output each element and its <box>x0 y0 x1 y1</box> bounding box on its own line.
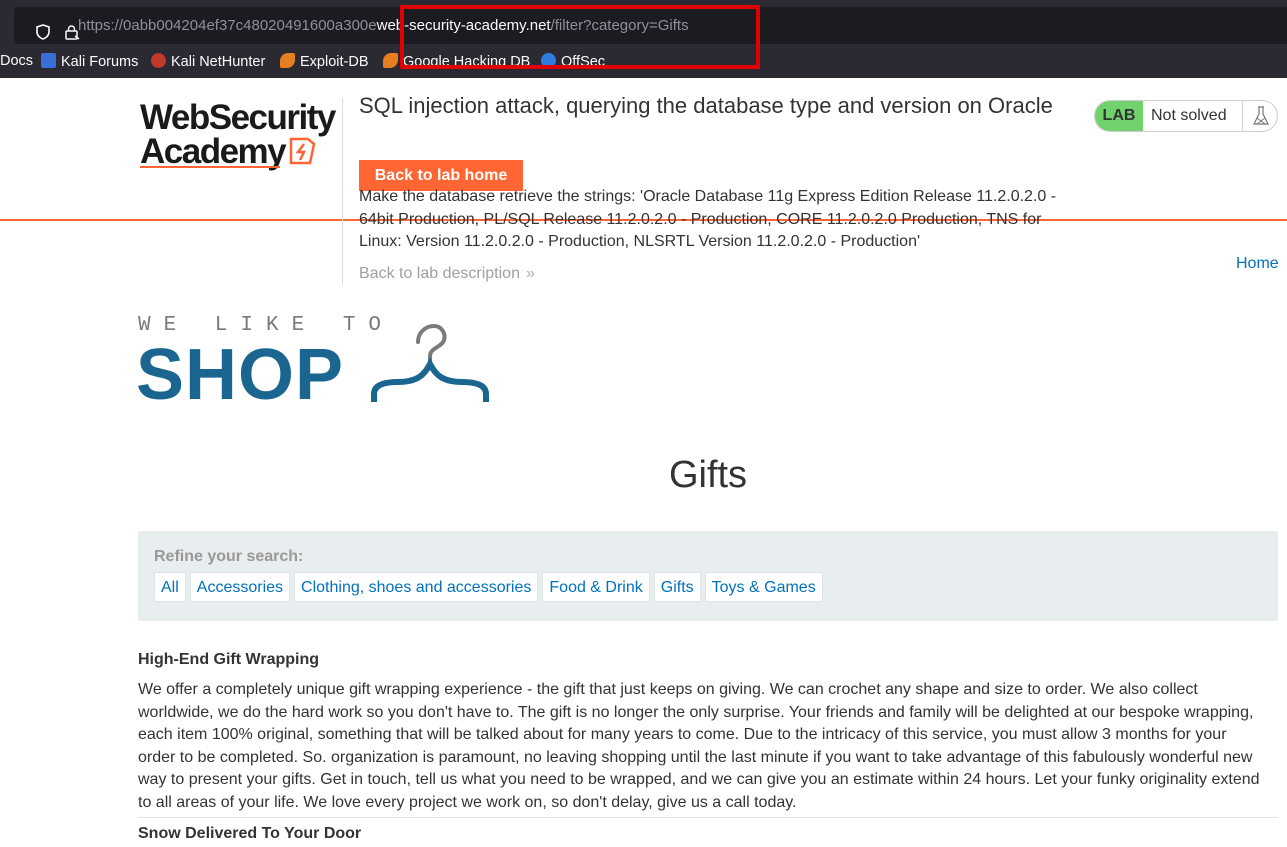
shop-name: SHOP <box>136 335 345 415</box>
bookmark-label: Exploit-DB <box>300 54 369 70</box>
bookmark-label: Docs <box>0 53 34 69</box>
filter-panel: Refine your search: All Accessories Clot… <box>138 531 1278 621</box>
refine-search-label: Refine your search: <box>154 548 304 565</box>
bookmark-docs[interactable]: Docs <box>0 53 33 69</box>
back-description-label: Back to lab description <box>359 265 520 282</box>
filter-accessories[interactable]: Accessories <box>189 572 291 602</box>
web-security-academy-logo[interactable]: WebSecurity Academy <box>140 98 340 171</box>
bookmark-exploit-db[interactable]: Exploit-DB <box>280 53 369 70</box>
filter-gifts[interactable]: Gifts <box>653 572 701 602</box>
back-to-lab-description-link[interactable]: Back to lab description » <box>359 265 535 283</box>
bookmark-label: Kali Forums <box>61 54 139 70</box>
product-item: Snow Delivered To Your Door <box>138 825 1278 843</box>
lab-status-text: Not solved <box>1151 107 1227 124</box>
bookmark-kali-nethunter[interactable]: Kali NetHunter <box>151 53 265 70</box>
kali-nethunter-icon <box>151 53 166 68</box>
lab-status-badge: LAB Not solved <box>1094 100 1278 132</box>
product-divider <box>138 817 1278 818</box>
lab-description: Make the database retrieve the strings: … <box>359 188 1057 250</box>
lightning-bolt-icon <box>289 137 316 165</box>
url-highlight-box <box>400 5 760 69</box>
filter-food-drink[interactable]: Food & Drink <box>542 572 650 602</box>
hanger-icon <box>371 323 489 402</box>
header-vertical-divider <box>342 98 343 285</box>
product-description: We offer a completely unique gift wrappi… <box>138 681 1260 811</box>
product-item: High-End Gift Wrapping We offer a comple… <box>138 651 1278 814</box>
filter-all[interactable]: All <box>154 572 186 602</box>
lab-title: SQL injection attack, querying the datab… <box>359 93 1053 118</box>
home-link[interactable]: Home <box>1236 255 1279 273</box>
ghdb-icon <box>383 53 398 68</box>
shop-tagline: WE LIKE TO <box>138 314 395 337</box>
product-name: High-End Gift Wrapping <box>138 651 320 668</box>
page-heading: Gifts <box>668 454 748 496</box>
kali-forums-icon <box>41 53 56 68</box>
filter-toys-games[interactable]: Toys & Games <box>704 572 823 602</box>
logo-underline <box>140 166 280 168</box>
bookmark-label: Kali NetHunter <box>171 54 266 70</box>
url-prefix: https://0abb004204ef37c48020491600a300e <box>78 17 377 34</box>
bookmark-kali-forums[interactable]: Kali Forums <box>41 53 138 70</box>
flask-icon-wrap <box>1242 101 1277 131</box>
flask-icon <box>1253 106 1269 125</box>
lab-label: LAB <box>1095 101 1143 131</box>
product-name: Snow Delivered To Your Door <box>138 825 362 842</box>
double-chevron-right-icon: » <box>525 265 535 282</box>
category-filters: All Accessories Clothing, shoes and acce… <box>154 572 827 602</box>
exploit-db-icon <box>280 53 295 68</box>
filter-clothing[interactable]: Clothing, shoes and accessories <box>294 572 539 602</box>
shield-icon[interactable] <box>36 24 50 40</box>
